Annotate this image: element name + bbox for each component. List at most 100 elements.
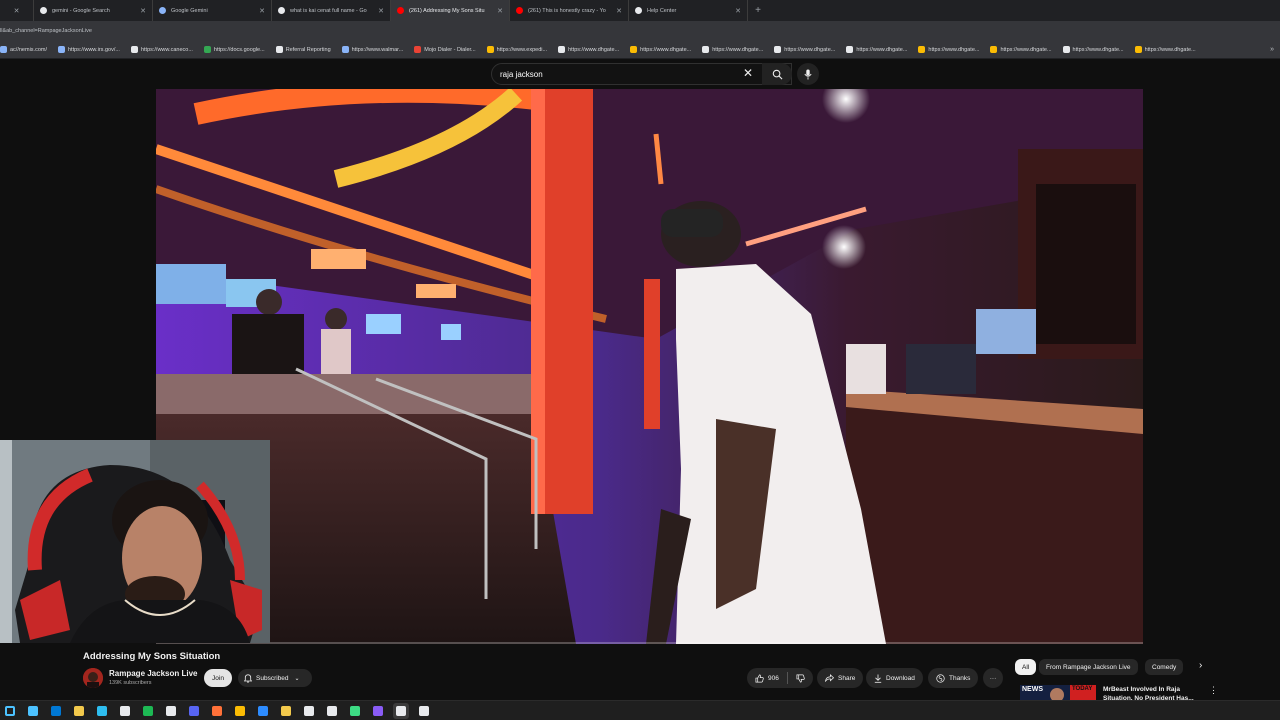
download-button[interactable]: Download bbox=[866, 668, 923, 688]
app-icon[interactable] bbox=[278, 703, 294, 719]
chrome-glyph bbox=[235, 705, 245, 716]
photos-icon[interactable] bbox=[163, 703, 179, 719]
bookmark-item[interactable]: https://www.dhgate... bbox=[774, 46, 835, 53]
new-tab-button[interactable]: + bbox=[748, 0, 768, 21]
bookmark-item[interactable]: https://www.dhgate... bbox=[702, 46, 763, 53]
bookmark-item[interactable]: Referral Reporting bbox=[275, 46, 331, 53]
outlook-icon[interactable] bbox=[48, 703, 64, 719]
like-count[interactable]: 906 bbox=[768, 675, 779, 682]
thanks-button[interactable]: Thanks bbox=[928, 668, 979, 688]
share-label: Share bbox=[838, 674, 856, 682]
windows-start-icon[interactable] bbox=[2, 703, 18, 719]
share-button[interactable]: Share bbox=[817, 668, 864, 688]
like-icon[interactable] bbox=[755, 674, 764, 683]
app-icon[interactable] bbox=[416, 703, 432, 719]
bookmarks-overflow-icon[interactable]: » bbox=[1270, 46, 1274, 53]
bookmark-favicon-icon bbox=[774, 46, 782, 53]
browser-tab[interactable]: Google Gemini ✕ bbox=[153, 0, 272, 21]
join-button[interactable]: Join bbox=[204, 669, 232, 687]
zoom-icon[interactable] bbox=[255, 703, 271, 719]
photos-glyph bbox=[166, 705, 176, 716]
webcam-frame bbox=[0, 440, 270, 643]
chip-all[interactable]: All bbox=[1015, 659, 1037, 675]
bookmark-item[interactable]: https://docs.google... bbox=[203, 46, 265, 53]
chip-from-channel[interactable]: From Rampage Jackson Live bbox=[1039, 659, 1138, 675]
channel-name[interactable]: Rampage Jackson Live bbox=[109, 669, 197, 678]
chevron-right-icon[interactable]: › bbox=[1199, 660, 1202, 671]
bookmark-item[interactable]: https://www.caneco... bbox=[130, 46, 193, 53]
calendar-icon[interactable] bbox=[25, 703, 41, 719]
search-button[interactable] bbox=[762, 63, 792, 85]
browser-tab[interactable]: ✕ bbox=[0, 0, 34, 21]
thumb-today-text: TODAY bbox=[1072, 686, 1093, 692]
edge-icon[interactable] bbox=[94, 703, 110, 719]
bookmark-item[interactable]: https://www.dhgate... bbox=[918, 46, 979, 53]
discord-icon[interactable] bbox=[186, 703, 202, 719]
bookmark-item[interactable]: https://www.walmar... bbox=[341, 46, 403, 53]
close-tab-icon[interactable]: ✕ bbox=[735, 7, 741, 15]
close-tab-icon[interactable]: ✕ bbox=[259, 7, 265, 15]
app-glyph bbox=[304, 705, 314, 716]
app-glyph bbox=[373, 705, 383, 716]
bookmark-item[interactable]: ac//nemis.com/ bbox=[0, 46, 47, 53]
file-explorer-icon[interactable] bbox=[71, 703, 87, 719]
bookmark-label: https://www.expedi... bbox=[496, 46, 548, 53]
subscribed-label: Subscribed bbox=[256, 674, 289, 682]
bookmark-item[interactable]: Mojo Dialer - Dialer... bbox=[414, 46, 476, 53]
browser-tab[interactable]: (261) This is honestly crazy - Yo ✕ bbox=[510, 0, 629, 21]
bookmark-favicon-icon bbox=[341, 46, 349, 53]
firefox-icon[interactable] bbox=[209, 703, 225, 719]
app-icon[interactable] bbox=[301, 703, 317, 719]
more-actions-button[interactable]: ··· bbox=[983, 668, 1003, 688]
bookmark-item[interactable]: https://www.dhgate... bbox=[1134, 46, 1196, 53]
subscribed-button[interactable]: Subscribed ⌄ bbox=[238, 669, 312, 687]
screen: ✕ gemini - Google Search ✕ Google Gemini ✕ wh… bbox=[0, 0, 1280, 720]
app-icon[interactable] bbox=[347, 703, 363, 719]
recommended-title[interactable]: MrBeast Involved In Raja Situation, No P… bbox=[1103, 685, 1198, 700]
app-glyph bbox=[327, 705, 337, 716]
clear-search-icon[interactable]: ✕ bbox=[743, 66, 753, 80]
bookmark-item[interactable]: https://www.dhgate... bbox=[1062, 46, 1124, 53]
bookmark-favicon-icon bbox=[130, 46, 138, 53]
video-title: Addressing My Sons Situation bbox=[83, 651, 221, 662]
recommended-thumbnail[interactable]: NEWS TODAY bbox=[1020, 685, 1096, 700]
chrome-icon[interactable] bbox=[232, 703, 248, 719]
close-tab-icon[interactable]: ✕ bbox=[140, 7, 146, 15]
app-icon[interactable] bbox=[370, 703, 386, 719]
browser-tab[interactable]: Help Center ✕ bbox=[629, 0, 748, 21]
bookmark-item[interactable]: https://www.dhgate... bbox=[558, 46, 619, 53]
bookmark-item[interactable]: https://www.irs.gov/... bbox=[57, 46, 120, 53]
close-tab-icon[interactable]: ✕ bbox=[497, 7, 503, 15]
spotify-icon[interactable] bbox=[140, 703, 156, 719]
bookmark-label: https://www.dhgate... bbox=[856, 46, 908, 53]
browser-tab[interactable]: gemini - Google Search ✕ bbox=[34, 0, 153, 21]
close-tab-icon[interactable]: ✕ bbox=[616, 7, 622, 15]
app-glyph bbox=[419, 705, 429, 716]
voice-search-button[interactable] bbox=[797, 63, 819, 85]
bookmark-label: https://www.dhgate... bbox=[928, 46, 980, 53]
google-icon bbox=[278, 7, 285, 14]
xbox-icon[interactable] bbox=[117, 703, 133, 719]
app-icon[interactable] bbox=[324, 703, 340, 719]
bookmark-item[interactable]: https://www.expedi... bbox=[486, 46, 548, 53]
video-player[interactable] bbox=[156, 89, 1143, 644]
recommended-menu-icon[interactable]: ⋮ bbox=[1209, 685, 1218, 696]
bookmark-label: https://www.irs.gov/... bbox=[67, 46, 120, 53]
bookmark-label: Mojo Dialer - Dialer... bbox=[424, 46, 476, 53]
chip-comedy[interactable]: Comedy bbox=[1145, 659, 1184, 675]
bookmark-item[interactable]: https://www.dhgate... bbox=[846, 46, 907, 53]
dislike-icon[interactable] bbox=[796, 674, 805, 683]
bookmark-label: https://www.caneco... bbox=[140, 46, 193, 53]
obs-icon[interactable] bbox=[393, 702, 409, 719]
url-text[interactable]: ll&ab_channel=RampageJacksonLive bbox=[0, 28, 92, 34]
address-bar[interactable]: ll&ab_channel=RampageJacksonLive bbox=[0, 21, 1280, 41]
bookmark-label: https://www.dhgate... bbox=[1000, 46, 1052, 53]
channel-avatar[interactable] bbox=[83, 668, 103, 688]
browser-tab[interactable]: what is kai cenat full name - Go ✕ bbox=[272, 0, 391, 21]
bookmark-item[interactable]: https://www.dhgate... bbox=[990, 46, 1052, 53]
bookmark-item[interactable]: https://www.dhgate... bbox=[630, 46, 691, 53]
close-tab-icon[interactable]: ✕ bbox=[378, 7, 384, 15]
spotify-glyph bbox=[143, 705, 153, 716]
close-tab-icon[interactable]: ✕ bbox=[14, 7, 20, 15]
browser-tab[interactable]: (261) Addressing My Sons Situ ✕ bbox=[391, 0, 510, 21]
